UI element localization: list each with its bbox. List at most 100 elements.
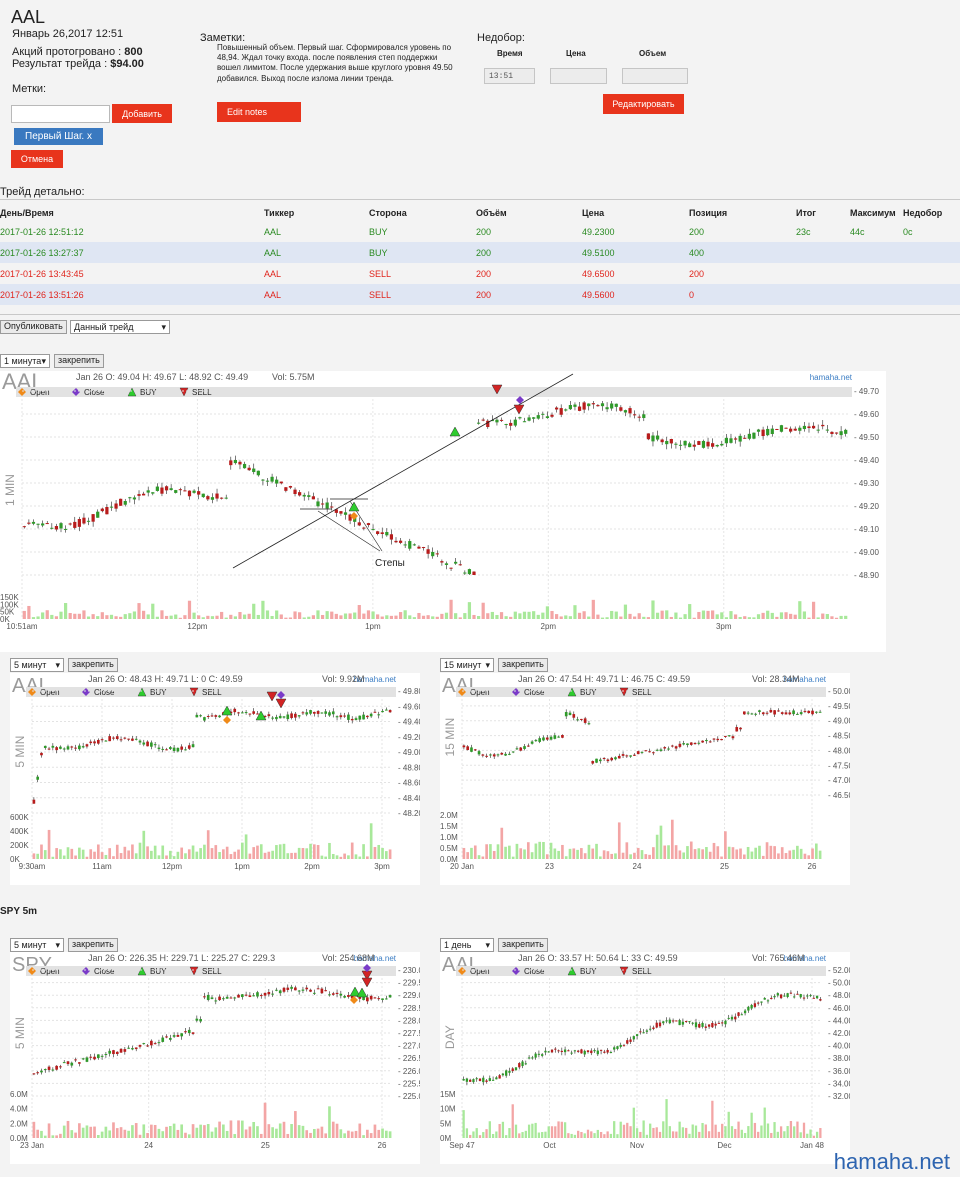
candle-body bbox=[554, 407, 559, 410]
volume-bar bbox=[570, 1133, 573, 1138]
volume-bar bbox=[248, 853, 252, 859]
shortfall-volume-input[interactable] bbox=[622, 68, 688, 84]
candle-body bbox=[316, 711, 320, 714]
interval-select[interactable]: 5 минут ▾ bbox=[10, 658, 64, 672]
candle-body bbox=[45, 523, 49, 525]
price-chart[interactable]: AAL5 MINhamaha.netJan 26 O: 48.43 H: 49.… bbox=[10, 673, 423, 885]
volume-bar bbox=[93, 851, 96, 859]
candle-body bbox=[388, 710, 392, 713]
volume-bar bbox=[164, 615, 169, 619]
candle-body bbox=[252, 711, 256, 714]
candle-body bbox=[70, 746, 74, 748]
cancel-button[interactable]: Отмена bbox=[11, 150, 63, 168]
volume-bar bbox=[779, 612, 784, 619]
volume-bar bbox=[138, 1134, 142, 1138]
y-tick-label: - 48.80 bbox=[398, 763, 420, 772]
volume-bar bbox=[244, 1129, 248, 1138]
candle-body bbox=[478, 1078, 482, 1081]
price-chart[interactable]: AALDAYhamaha.netJan 26 O: 33.57 H: 50.64… bbox=[440, 952, 853, 1164]
candle-body bbox=[312, 711, 316, 714]
candle-body bbox=[583, 718, 587, 723]
pin-button[interactable]: закрепить bbox=[68, 658, 118, 672]
volume-bar bbox=[78, 847, 81, 859]
price-chart[interactable]: AAL15 MINhamaha.netJan 26 O: 47.54 H: 49… bbox=[440, 673, 853, 885]
volume-bar bbox=[770, 612, 774, 619]
volume-bar bbox=[350, 1131, 354, 1138]
chart-panel[interactable]: AAL DAY hamaha.net Jan 26 O: 33.57 H: 50.64… bbox=[440, 952, 853, 1164]
interval-select[interactable]: 15 минут ▾ bbox=[440, 658, 494, 672]
volume-bar bbox=[784, 612, 788, 619]
shortfall-time-input[interactable]: 13:51 bbox=[484, 68, 535, 84]
chart-panel[interactable]: AAL 1 MIN hamaha.net Jan 26 O: 49.04 H: 49.… bbox=[0, 369, 886, 652]
volume-bar bbox=[660, 610, 664, 619]
candle-body bbox=[538, 738, 542, 742]
volume-bar bbox=[180, 1124, 184, 1138]
candle-body bbox=[385, 531, 389, 536]
candle-body bbox=[195, 1018, 199, 1021]
volume-bar bbox=[511, 856, 515, 859]
pin-button[interactable]: закрепить bbox=[54, 354, 104, 368]
interval-select[interactable]: 1 минута ▾ bbox=[0, 354, 50, 368]
pin-button[interactable]: закрепить bbox=[498, 658, 548, 672]
candle-body bbox=[96, 511, 100, 518]
trades-table: День/Время Тиккер Сторона Объём Цена Позиция И… bbox=[0, 205, 960, 305]
pin-button[interactable]: закрепить bbox=[68, 938, 118, 952]
candle-body bbox=[153, 744, 157, 746]
volume-bar bbox=[758, 845, 761, 859]
candle-body bbox=[151, 492, 155, 494]
tag-chip[interactable]: Первый Шаг. x bbox=[14, 128, 103, 145]
edit-shortfall-button[interactable]: Редактировать bbox=[603, 94, 684, 114]
interval-select[interactable]: 5 минут ▾ bbox=[10, 938, 64, 952]
candle-body bbox=[727, 735, 731, 737]
volume-bar bbox=[240, 842, 244, 859]
table-row: 2017-01-26 12:51:12 AAL BUY 200 49.2300 200 23… bbox=[0, 221, 960, 242]
x-tick-label: 23 bbox=[545, 862, 554, 871]
publish-button[interactable]: Опубликовать bbox=[0, 320, 67, 334]
volume-bar bbox=[811, 601, 816, 619]
chart-panel[interactable]: SPY 5 MIN hamaha.net Jan 26 O: 226.35 H: 22… bbox=[10, 952, 428, 1164]
volume-bar bbox=[316, 845, 320, 859]
volume-bar bbox=[50, 614, 54, 619]
volume-bar bbox=[760, 1125, 763, 1138]
volume-bar bbox=[377, 844, 381, 859]
candle-body bbox=[93, 741, 96, 744]
candle-body bbox=[605, 407, 609, 410]
publish-scope-select[interactable]: Данный трейд ▾ bbox=[70, 320, 170, 334]
shortfall-price-input[interactable] bbox=[550, 68, 607, 84]
tag-input[interactable] bbox=[11, 105, 110, 123]
candle-body bbox=[324, 990, 328, 992]
volume-bar bbox=[270, 615, 274, 619]
volume-tick-label: 15M bbox=[440, 1090, 456, 1099]
candle-body bbox=[62, 1062, 66, 1064]
candle-body bbox=[417, 546, 421, 549]
volume-bar bbox=[59, 849, 62, 859]
candle-body bbox=[347, 994, 350, 997]
timeframe-label: 5 MIN bbox=[13, 736, 27, 768]
volume-bar bbox=[237, 849, 240, 859]
volume-bar bbox=[77, 613, 81, 619]
add-tag-button[interactable]: Добавить bbox=[112, 104, 172, 123]
edit-notes-button[interactable]: Edit notes bbox=[217, 102, 301, 122]
volume-bar bbox=[688, 604, 692, 619]
tag-remove-icon[interactable]: x bbox=[87, 131, 92, 142]
chart-panel[interactable]: AAL 15 MIN hamaha.net Jan 26 O: 47.54 H: 49… bbox=[440, 673, 853, 885]
volume-bar bbox=[746, 846, 750, 859]
candle-body bbox=[707, 1024, 711, 1027]
price-chart[interactable]: AAL1 MINhamaha.netJan 26 O: 49.04 H: 49.… bbox=[0, 369, 886, 652]
interval-select[interactable]: 1 день ▾ bbox=[440, 938, 494, 952]
volume-bar bbox=[51, 856, 55, 859]
chart-panel[interactable]: AAL 5 MIN hamaha.net Jan 26 O: 48.43 H: 49.… bbox=[10, 673, 423, 885]
volume-bar bbox=[675, 1131, 678, 1138]
candle-body bbox=[466, 746, 470, 751]
candle-body bbox=[685, 1020, 688, 1022]
candle-body bbox=[377, 714, 381, 716]
pin-button[interactable]: закрепить bbox=[498, 938, 548, 952]
price-chart[interactable]: SPY5 MINhamaha.netJan 26 O: 226.35 H: 22… bbox=[10, 952, 428, 1164]
volume-bar bbox=[752, 617, 756, 619]
volume-bar bbox=[576, 849, 579, 859]
volume-bar bbox=[642, 616, 646, 619]
volume-bar bbox=[686, 846, 689, 859]
candle-body bbox=[675, 1020, 678, 1022]
candle-body bbox=[518, 1063, 521, 1068]
y-tick-label: - 48.00 bbox=[828, 991, 850, 1000]
